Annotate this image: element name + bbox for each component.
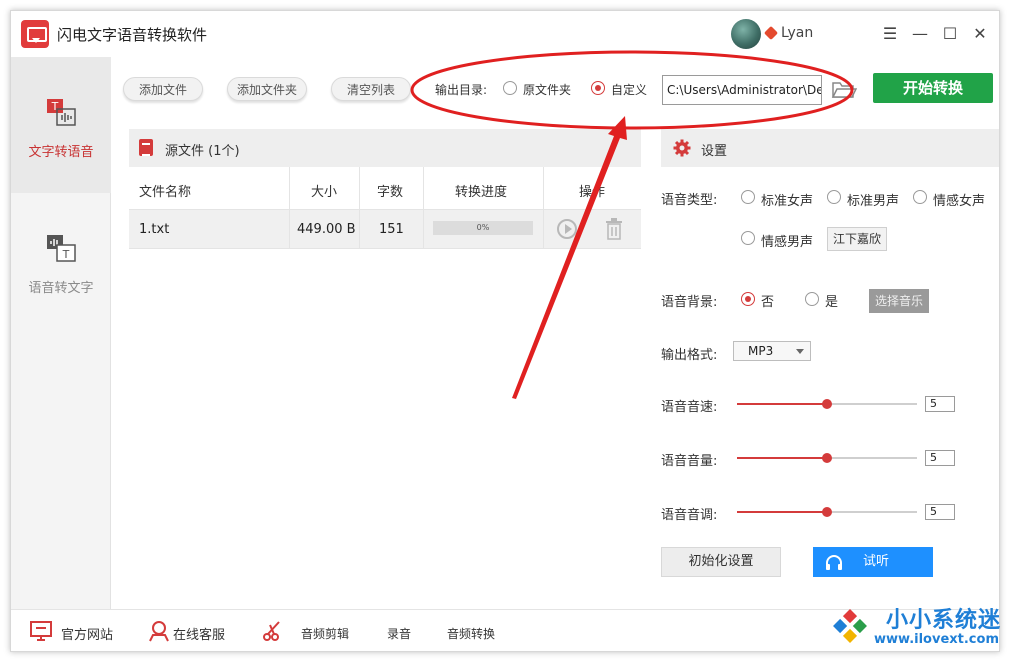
radio-voice-standard-female[interactable] [741,190,755,204]
clear-list-button[interactable]: 清空列表 [331,77,411,101]
background-option-label: 是 [825,295,839,310]
output-path-input[interactable]: C:\Users\Administrator\De [662,75,822,105]
volume-label: 语音音量: [661,454,718,469]
customer-service-icon [149,621,169,642]
file-table-title: 源文件 (1个) [165,144,240,159]
progress-text: 0% [476,223,490,232]
file-name: 1.txt [139,222,170,237]
watermark-text: 小小系统迷 [886,608,1002,633]
output-dir-label: 输出目录: [435,83,488,97]
close-icon[interactable]: ✕ [967,21,993,47]
file-size: 449.00 B [297,222,356,237]
radio-voice-emotional-female[interactable] [913,190,927,204]
pitch-slider-thumb[interactable] [822,507,832,517]
pitch-value-input[interactable]: 5 [925,504,955,520]
add-file-button[interactable]: 添加文件 [123,77,203,101]
speed-slider[interactable] [737,399,917,409]
reset-settings-button[interactable]: 初始化设置 [661,547,781,577]
radio-source-folder-label: 原文件夹 [523,83,572,97]
speed-slider-thumb[interactable] [822,399,832,409]
voice-name-button[interactable]: 江下嘉欣 [827,227,887,251]
voice-option-label: 标准男声 [847,194,900,209]
audio-cut-link[interactable]: 音频剪辑 [301,625,349,642]
file-word-count: 151 [379,222,404,237]
username[interactable]: Lyan [781,25,813,41]
sidebar-item-label: 语音转文字 [28,281,94,296]
text-to-speech-icon: T [47,99,76,126]
trash-icon[interactable] [605,218,623,240]
folder-open-icon[interactable] [831,79,857,101]
headphone-icon [826,555,842,570]
background-label: 语音背景: [661,295,718,310]
listen-button[interactable]: 试听 [813,547,933,577]
record-link[interactable]: 录音 [387,625,411,642]
radio-background-yes[interactable] [805,292,819,306]
maximize-icon[interactable]: ☐ [937,21,963,47]
minimize-icon[interactable]: — [907,21,933,47]
vip-diamond-icon [763,25,779,41]
volume-slider[interactable] [737,453,917,463]
audio-cut-icon [263,621,280,641]
title-bar: 闪电文字语音转换软件 Lyan ☰ — ☐ ✕ [11,11,999,57]
start-convert-button[interactable]: 开始转换 [873,73,993,103]
voice-option-label: 情感女声 [933,194,986,209]
file-table: 源文件 (1个) 文件名称 大小 字数 转换进度 操作 1.txt 449.00… [129,129,641,249]
select-music-button[interactable]: 选择音乐 [869,289,929,313]
pitch-label: 语音音调: [661,508,718,523]
app-window: 闪电文字语音转换软件 Lyan ☰ — ☐ ✕ T 文字转语音 语音转文字 T … [10,10,1000,652]
column-header-action: 操作 [579,185,606,200]
add-folder-button[interactable]: 添加文件夹 [227,77,307,101]
speed-value-input[interactable]: 5 [925,396,955,412]
pitch-slider[interactable] [737,507,917,517]
radio-source-folder[interactable] [503,81,517,95]
app-title: 闪电文字语音转换软件 [57,26,208,44]
format-label: 输出格式: [661,348,718,363]
column-header-size: 大小 [311,185,338,200]
online-service-link[interactable]: 在线客服 [173,624,225,643]
file-table-header: 源文件 (1个) [129,129,641,167]
radio-background-no[interactable] [741,292,755,306]
radio-voice-standard-male[interactable] [827,190,841,204]
radio-custom-folder[interactable] [591,81,605,95]
column-header-progress: 转换进度 [455,185,508,200]
avatar[interactable] [731,19,761,49]
voice-option-label: 标准女声 [761,194,814,209]
monitor-icon [30,621,52,641]
sidebar: T 文字转语音 语音转文字 T [11,57,111,609]
sidebar-item-label: 文字转语音 [28,145,94,160]
speech-to-text-icon: T [47,235,76,262]
volume-slider-thumb[interactable] [822,453,832,463]
document-icon [139,139,153,156]
settings-title: 设置 [701,144,728,159]
volume-value-input[interactable]: 5 [925,450,955,466]
voice-type-label: 语音类型: [661,193,718,208]
radio-custom-folder-label: 自定义 [611,83,648,97]
listen-button-label: 试听 [863,554,890,569]
column-header-name: 文件名称 [139,185,192,200]
progress-bar: 0% [433,221,533,235]
svg-text:T: T [62,248,70,261]
menu-icon[interactable]: ☰ [877,21,903,47]
speed-label: 语音音速: [661,400,718,415]
audio-convert-link[interactable]: 音频转换 [447,625,495,642]
watermark-url: www.ilovext.com [874,632,999,647]
official-website-link[interactable]: 官方网站 [61,624,113,643]
column-header-words: 字数 [377,185,404,200]
app-logo-icon [21,20,49,48]
voice-option-label: 情感男声 [761,235,814,250]
format-select[interactable]: MP3 [733,341,811,361]
radio-voice-emotional-male[interactable] [741,231,755,245]
sidebar-item-text-to-speech[interactable]: T 文字转语音 [11,57,111,193]
background-option-label: 否 [761,295,775,310]
play-icon[interactable] [557,219,577,239]
gear-icon [673,139,691,157]
